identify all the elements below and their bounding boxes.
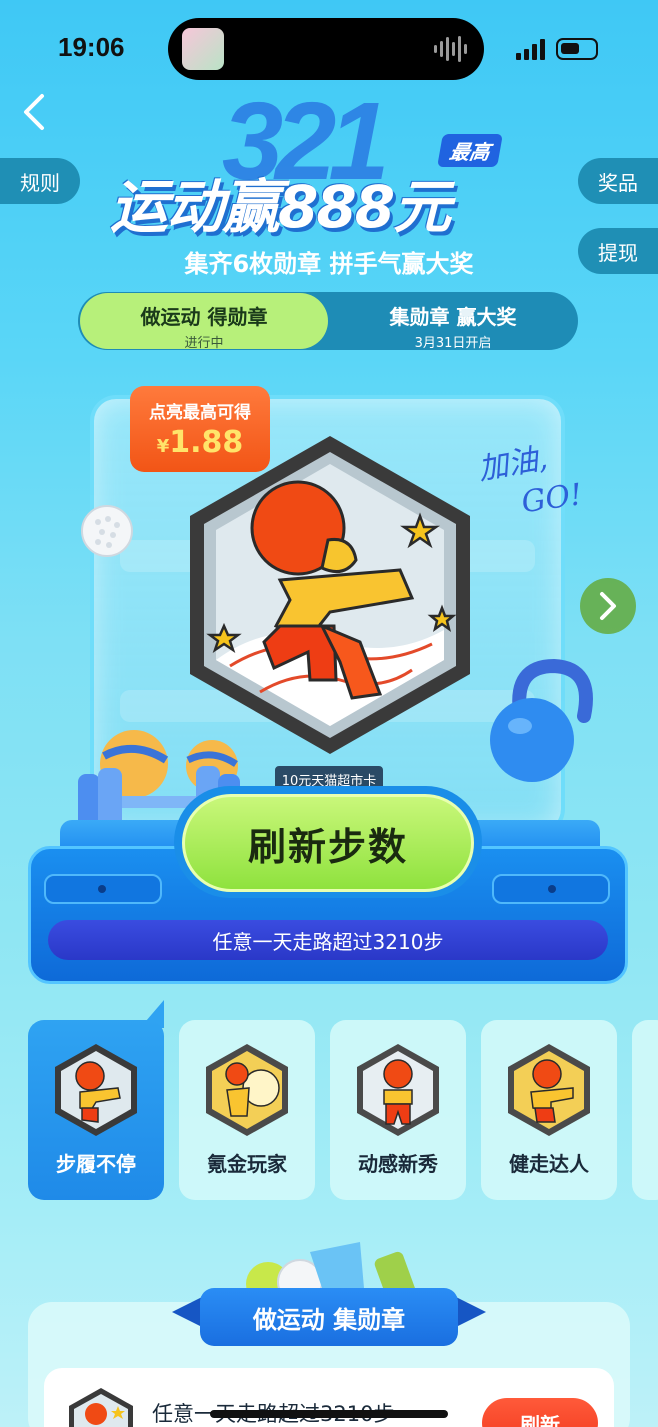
medal-badge-large <box>190 436 470 754</box>
tab-title: 集勋章 赢大奖 <box>389 305 517 329</box>
medal-name: 氪金玩家 <box>207 1152 287 1176</box>
currency-symbol: ¥ <box>156 436 170 457</box>
medal-dancer-icon <box>357 1044 439 1136</box>
chevron-right-icon <box>600 592 616 620</box>
platform-slot <box>44 874 162 904</box>
next-medal-button[interactable] <box>580 578 636 634</box>
medal-name: 步履不停 <box>56 1152 136 1176</box>
hero-headline: 运动赢888元 <box>110 173 451 241</box>
cellular-signal-icon <box>516 39 545 60</box>
prizes-button[interactable]: 奖品 <box>578 158 658 204</box>
task-refresh-button[interactable]: 刷新 <box>482 1398 598 1427</box>
task-requirement: 任意一天走路超过3210步 <box>48 920 608 960</box>
home-indicator <box>210 1410 448 1418</box>
reward-amount: ¥1.88 <box>130 425 270 460</box>
tab-status: 3月31日开启 <box>414 336 492 351</box>
medal-name: 动感新秀 <box>358 1152 438 1176</box>
refresh-steps-button[interactable]: 刷新步数 <box>182 794 474 892</box>
golf-ball-icon <box>81 505 133 557</box>
tasks-ribbon-title: 做运动 集勋章 <box>200 1288 458 1346</box>
task-medal-icon <box>69 1388 133 1427</box>
tab-exercise[interactable]: 做运动 得勋章 进行中 <box>80 293 328 351</box>
audio-wave-icon <box>434 36 467 62</box>
cheer-line1: 加油, <box>476 441 551 488</box>
medal-card[interactable]: 健走达人 <box>481 1020 617 1200</box>
reward-value: 1.88 <box>169 425 244 460</box>
cheer-handwriting: 加油, GO! <box>476 441 585 520</box>
cheer-line2: GO! <box>519 477 584 520</box>
tab-collect[interactable]: 集勋章 赢大奖 3月31日开启 <box>330 293 576 351</box>
hero-subhead: 集齐6枚勋章 拼手气赢大奖 <box>184 250 474 278</box>
now-playing-thumbnail <box>182 28 224 70</box>
medal-card[interactable]: 动感新秀 <box>330 1020 466 1200</box>
medal-card[interactable]: 步履不停 <box>28 1020 164 1200</box>
back-arrow-icon[interactable] <box>18 92 52 132</box>
medal-runner-icon <box>55 1044 137 1136</box>
tab-status: 进行中 <box>184 336 224 351</box>
rules-button[interactable]: 规则 <box>0 158 80 204</box>
reward-tag-title: 点亮最高可得 <box>149 403 251 423</box>
medal-card-partial[interactable] <box>632 1020 658 1200</box>
medal-krypton-icon <box>206 1044 288 1136</box>
platform-slot <box>492 874 610 904</box>
battery-icon <box>556 38 598 60</box>
medal-walker-icon <box>508 1044 590 1136</box>
reward-tag: 点亮最高可得 ¥1.88 <box>130 386 270 472</box>
status-time: 19:06 <box>58 32 125 62</box>
kettlebell-icon <box>490 658 593 782</box>
tab-title: 做运动 得勋章 <box>140 305 268 329</box>
medal-name: 健走达人 <box>509 1152 589 1176</box>
medal-card[interactable]: 氪金玩家 <box>179 1020 315 1200</box>
